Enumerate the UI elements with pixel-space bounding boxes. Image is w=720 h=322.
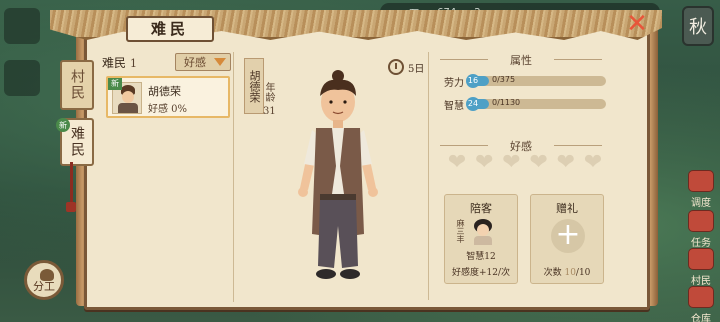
gift-count-total: /10 [575, 268, 591, 278]
season-indicator[interactable]: 秋 [682, 6, 714, 46]
dispatch-icon [688, 170, 714, 192]
heart-icon: ❤ [529, 150, 548, 175]
tab-villagers-label: 村民 [69, 69, 85, 101]
assign-work-button[interactable]: 分工 [24, 260, 64, 300]
refugee-list: 难民 1 好感 新 胡德荣 好感 0% [100, 52, 234, 302]
days-value: 5日 [408, 63, 425, 75]
heart-icon: ❤ [447, 150, 467, 175]
right-menu-label: 任务 [691, 238, 711, 249]
right-menu-label: 村民 [691, 276, 711, 287]
guest-card[interactable]: 陪客 麻三丰 智慧12 好感度+12/次 [444, 194, 518, 284]
right-menu-warehouse[interactable]: 仓库 [684, 286, 718, 322]
close-icon[interactable]: ✕ [626, 11, 648, 37]
tab-refugees-label: 难民 [69, 126, 85, 158]
new-badge: 新 [108, 78, 122, 90]
gift-title: 赠礼 [556, 202, 578, 215]
gift-count-used: 10 [564, 268, 576, 278]
right-menu-dispatch[interactable]: 调度 [684, 170, 718, 209]
clock-icon [388, 59, 404, 75]
sort-label: 好感 [184, 56, 206, 69]
tab-refugees[interactable]: 新 难民 [56, 118, 94, 166]
list-title-label: 难民 [102, 55, 127, 70]
age-value: 31 [263, 106, 276, 117]
gift-count: 次数 10/10 [531, 265, 603, 278]
guest-affection-bonus: 好感度+12/次 [451, 268, 511, 278]
list-header: 难民 1 好感 [100, 52, 233, 72]
guest-intelligence: 智慧12 [466, 252, 496, 262]
guest-name: 麻三丰 [456, 219, 465, 243]
worker-icon [40, 269, 54, 281]
left-menu-button-1[interactable] [4, 8, 40, 44]
column-divider [428, 52, 429, 300]
attribute-progress-text: 0/1130 [492, 98, 521, 107]
character-figure [298, 70, 378, 279]
person-affinity: 好感 0% [148, 104, 188, 115]
days-counter: 5日 [388, 59, 424, 75]
sort-dropdown[interactable]: 好感 [175, 53, 231, 71]
heart-icon: ❤ [474, 150, 494, 175]
attribute-level: 16 [466, 74, 480, 88]
task-icon [688, 210, 714, 232]
panel-title: 难民 [126, 16, 214, 42]
right-menu-label: 仓库 [691, 314, 711, 322]
affection-hearts: ❤ ❤ ❤ ❤ ❤ ❤ [446, 152, 604, 174]
heart-icon: ❤ [502, 150, 521, 175]
right-menu-label: 调度 [691, 198, 711, 209]
list-item[interactable]: 新 胡德荣 好感 0% [106, 76, 230, 118]
new-badge: 新 [56, 118, 70, 132]
guest-title: 陪客 [470, 202, 492, 215]
person-name: 胡德荣 [148, 85, 181, 98]
list-title: 难民 1 [102, 54, 137, 71]
attribute-progress-text: 0/375 [492, 75, 516, 84]
villager-icon [688, 248, 714, 270]
gift-count-label: 次数 [543, 268, 562, 278]
chevron-down-icon [214, 58, 226, 66]
attribute-row-labor: 劳力 16 0/375 [444, 74, 606, 89]
heart-icon: ❤ [583, 150, 603, 175]
left-menu-button-2[interactable] [4, 60, 40, 96]
guest-avatar [471, 219, 495, 245]
attribute-bar: 16 0/375 [466, 74, 606, 88]
attribute-level: 24 [466, 97, 480, 111]
plus-icon[interactable]: + [551, 219, 585, 253]
age-label: 年龄 [263, 82, 274, 102]
warehouse-icon [688, 286, 714, 308]
right-menu-tasks[interactable]: 任务 [684, 210, 718, 249]
tab-villagers[interactable]: 村民 [60, 60, 94, 110]
list-count: 1 [130, 56, 138, 70]
attribute-row-intelligence: 智慧 24 0/1130 [444, 97, 606, 112]
gift-card[interactable]: 赠礼 + 次数 10/10 [530, 194, 604, 284]
right-menu-villagers[interactable]: 村民 [684, 248, 718, 287]
heart-icon: ❤ [556, 150, 575, 175]
attributes-title: 属性 [440, 52, 602, 68]
tassel-decoration [66, 162, 80, 212]
attribute-bar: 24 0/1130 [466, 97, 606, 111]
assign-work-label: 分工 [33, 280, 55, 293]
